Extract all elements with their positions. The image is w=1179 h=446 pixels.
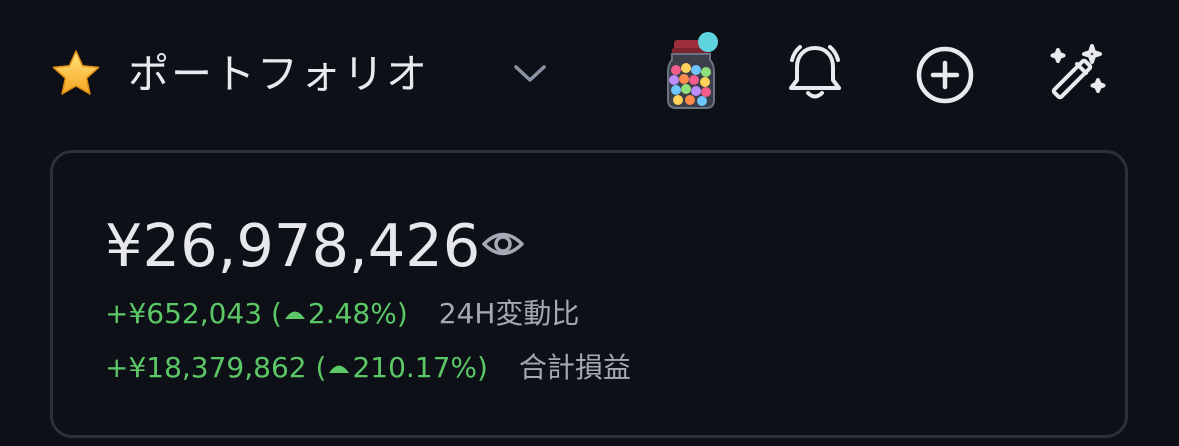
plus-circle-icon[interactable] [912, 42, 978, 108]
triangle-up-icon [329, 365, 350, 373]
bell-icon[interactable] [782, 40, 848, 106]
total-pnl-percent: 210.17% [352, 351, 478, 384]
chevron-down-icon[interactable] [510, 58, 550, 88]
total-balance: ¥26,978,426 [105, 211, 481, 280]
change-24h-amount: +¥652,043 [105, 297, 263, 330]
portfolio-screen: ポートフォリオ ¥26,978,426 +¥652,043 (2.48%) 2… [0, 0, 1179, 446]
eye-icon[interactable] [481, 225, 525, 263]
change-24h-label: 24H変動比 [438, 297, 580, 330]
portfolio-summary-card: ¥26,978,426 +¥652,043 (2.48%) 24H変動比 +¥1… [50, 150, 1128, 438]
change-24h-row: +¥652,043 (2.48%) 24H変動比 [105, 294, 579, 334]
change-24h-close-paren: ) [396, 297, 408, 330]
total-pnl-row: +¥18,379,862 (210.17%) 合計損益 [105, 348, 631, 388]
star-icon [52, 50, 100, 95]
magic-wand-icon[interactable] [1044, 40, 1110, 106]
triangle-up-icon [284, 311, 305, 319]
total-pnl-close-paren: ) [477, 351, 488, 384]
portfolio-title[interactable]: ポートフォリオ [128, 44, 429, 104]
total-pnl-open-paren: ( [315, 351, 327, 384]
change-24h-open-paren: ( [270, 297, 282, 330]
total-pnl-amount: +¥18,379,862 [105, 351, 307, 384]
total-pnl-label: 合計損益 [518, 351, 631, 384]
change-24h-percent: 2.48% [307, 297, 397, 330]
candy-jar-icon[interactable] [660, 30, 722, 112]
